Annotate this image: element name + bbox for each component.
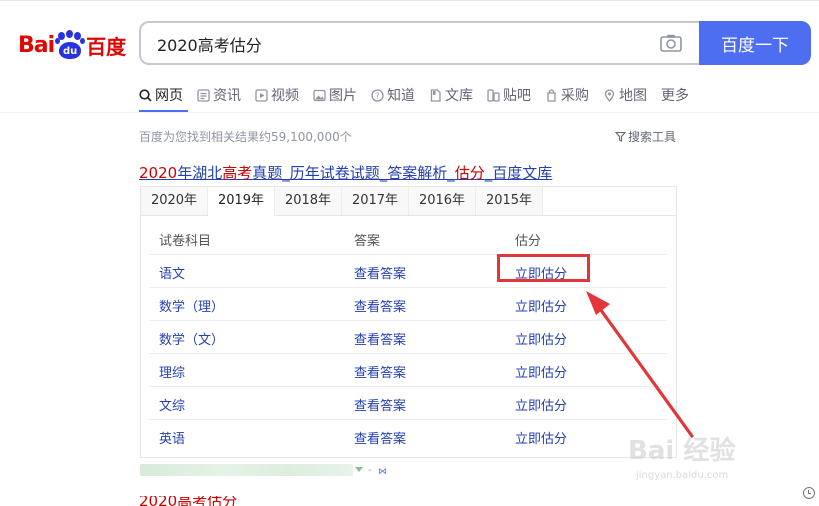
watermark-text: Bai 经验	[628, 436, 736, 466]
url-dropdown-icon[interactable]	[355, 467, 363, 472]
annotation-arrow	[586, 291, 694, 438]
next-result-title-text: 2020高考估分	[139, 496, 238, 506]
bow-icon: ⋈	[378, 467, 387, 477]
watermark: Bai 经验 jingyan.baidu.com	[628, 430, 778, 490]
blurred-url	[140, 464, 353, 476]
clock-icon	[803, 487, 815, 499]
url-separator: -	[368, 465, 372, 476]
next-result-title[interactable]: 2020高考估分	[139, 496, 379, 506]
watermark-url: jingyan.baidu.com	[636, 470, 729, 481]
